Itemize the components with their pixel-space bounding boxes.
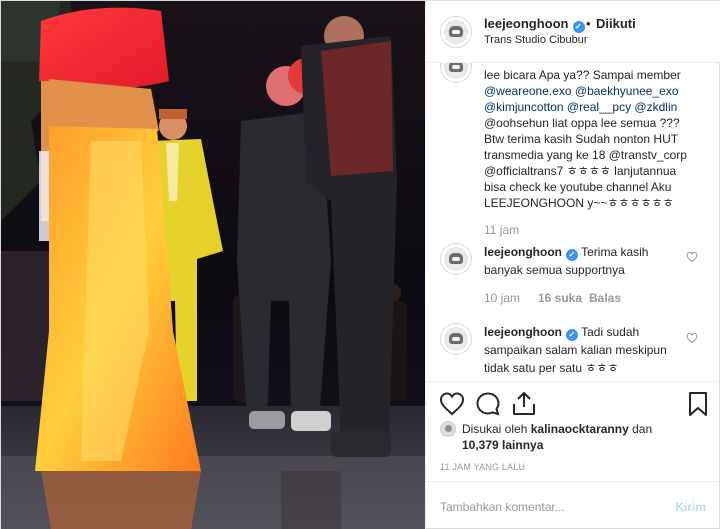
post-header: leejeonghoon ✓ • Diikuti Trans Studio Cib… — [426, 1, 720, 63]
comment-input[interactable]: Tambahkan komentar... — [440, 500, 565, 514]
separator-dot: • — [586, 16, 591, 31]
caption-line: lee bicara Apa ya?? Sampai member — [484, 68, 681, 82]
likes-prefix: Disukai oleh — [462, 422, 528, 436]
comment-bubble-icon[interactable] — [474, 390, 502, 418]
caption-avatar[interactable] — [440, 63, 472, 83]
save-bookmark-icon[interactable] — [684, 390, 712, 418]
header-username-text[interactable]: leejeonghoon — [484, 16, 569, 31]
post-photo[interactable] — [1, 1, 425, 529]
like-comment-heart-icon[interactable] — [686, 332, 698, 344]
caption-line: @officialtrans7 ㅎㅎㅎㅎ lanjutannua — [484, 164, 677, 178]
stage-photo-image — [1, 1, 425, 529]
comment-body: sampaikan salam kalian meskipun — [484, 343, 667, 357]
comment-body: banyak semua supportnya — [484, 263, 625, 277]
post-side-panel: leejeonghoon ✓ • Diikuti Trans Studio Cib… — [425, 1, 720, 529]
follow-status-button[interactable]: Diikuti — [596, 16, 636, 31]
caption-line: @oohsehun liat oppa lee semua ??? — [484, 116, 680, 130]
likes-count[interactable]: 10,379 lainnya — [462, 438, 543, 452]
verified-badge-icon: ✓ — [566, 329, 578, 341]
caption-text: lee bicara Apa ya?? Sampai member @weare… — [484, 67, 708, 211]
caption-line: LEEJEONGHOON y~~ㅎㅎㅎㅎㅎㅎ — [484, 196, 674, 210]
comment-username[interactable]: leejeonghoon — [484, 325, 562, 339]
liker-username[interactable]: kalinaocktaranny — [531, 422, 629, 436]
likes-and: dan — [632, 422, 653, 436]
reply-button[interactable]: Balas — [589, 291, 621, 305]
verified-badge-icon: ✓ — [566, 249, 578, 261]
comment-body: tidak satu per satu ㅎㅎㅎ — [484, 361, 619, 375]
comment-2-text: leejeonghoon ✓ Tadi sudah sampaikan salam… — [484, 323, 694, 377]
caption-line: Btw terima kasih Sudah nonton HUT — [484, 132, 679, 146]
caption-line: bisa check ke youtube channel Aku — [484, 180, 672, 194]
caption-line: transmedia yang ke 18 @transtv_corp — [484, 148, 687, 162]
post-timestamp[interactable]: 11 JAM YANG LALU — [440, 462, 525, 472]
comment-likes[interactable]: 16 suka — [538, 291, 582, 305]
comment-time[interactable]: 10 jam — [484, 291, 520, 305]
user-avatar[interactable] — [440, 16, 472, 48]
comment-username[interactable]: leejeonghoon — [484, 245, 562, 259]
like-heart-icon[interactable] — [438, 390, 466, 418]
comment-avatar[interactable] — [440, 243, 472, 275]
comment-avatar[interactable] — [440, 323, 472, 355]
add-comment-bar: Tambahkan komentar... Kirim — [426, 481, 720, 529]
like-comment-heart-icon[interactable] — [686, 251, 698, 263]
header-username[interactable]: leejeonghoon ✓ — [484, 16, 585, 33]
liker-avatar[interactable] — [440, 421, 456, 437]
comment-1-text: leejeonghoon ✓ Terima kasih banyak semua … — [484, 243, 694, 279]
caption-line-mention[interactable]: @weareone.exo @baekhyunee_exo — [484, 83, 708, 99]
caption-time[interactable]: 11 jam — [484, 223, 519, 237]
instagram-post: leejeonghoon ✓ • Diikuti Trans Studio Cib… — [0, 0, 720, 529]
location-link[interactable]: Trans Studio Cibubur — [484, 34, 588, 46]
verified-badge-icon: ✓ — [572, 21, 585, 33]
comments-section[interactable]: lee bicara Apa ya?? Sampai member @weare… — [426, 63, 720, 381]
comment-body: Terima kasih — [581, 245, 649, 259]
likes-summary-text: Disukai oleh kalinaocktaranny dan 10,379… — [462, 421, 702, 453]
post-comment-button[interactable]: Kirim — [675, 500, 706, 514]
share-upload-icon[interactable] — [510, 390, 538, 418]
caption-line-mention[interactable]: @kimjuncotton @real__pcy @zkdlin — [484, 99, 708, 115]
comment-body: Tadi sudah — [581, 325, 640, 339]
